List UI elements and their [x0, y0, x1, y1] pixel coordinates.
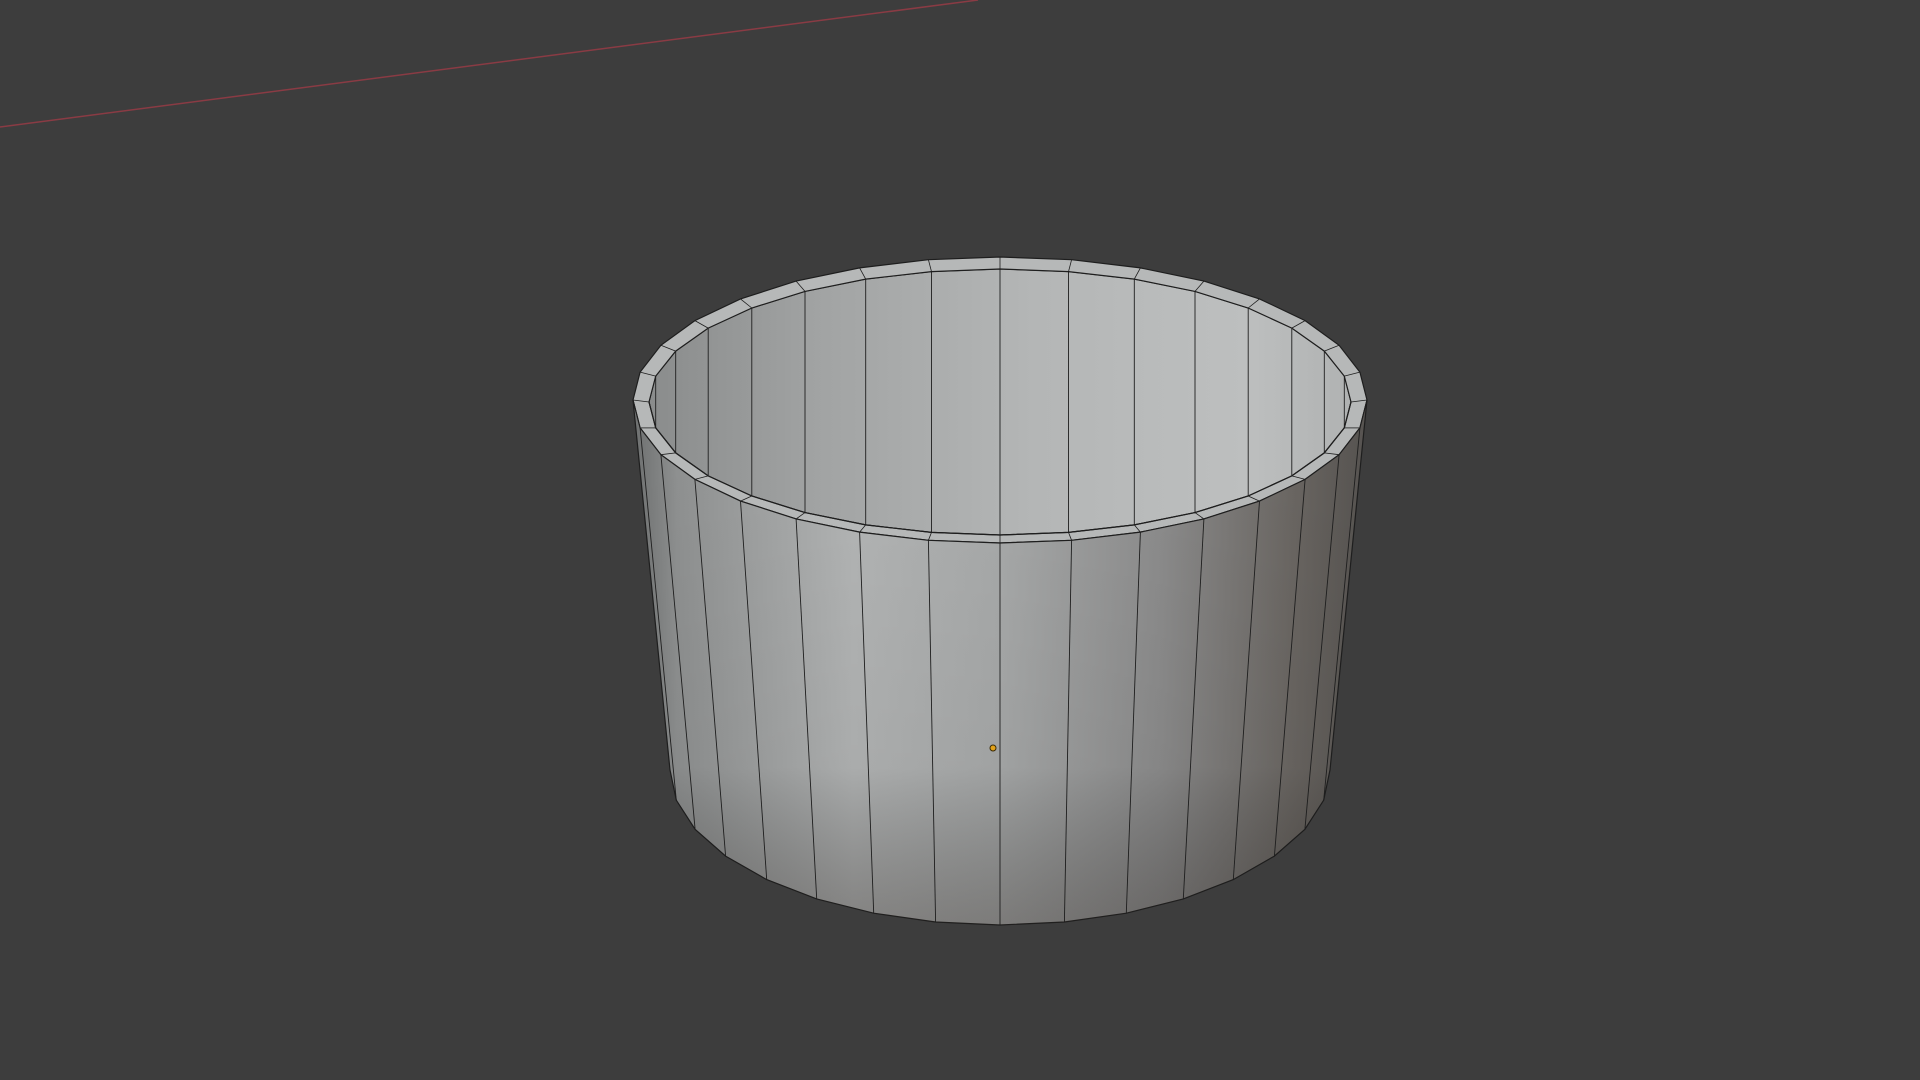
3d-viewport[interactable]: [0, 0, 1920, 1080]
cylinder-object[interactable]: [632, 256, 1368, 926]
x-axis-line: [0, 0, 979, 128]
object-origin-icon[interactable]: [989, 744, 997, 752]
viewport-canvas[interactable]: [0, 0, 1920, 1080]
